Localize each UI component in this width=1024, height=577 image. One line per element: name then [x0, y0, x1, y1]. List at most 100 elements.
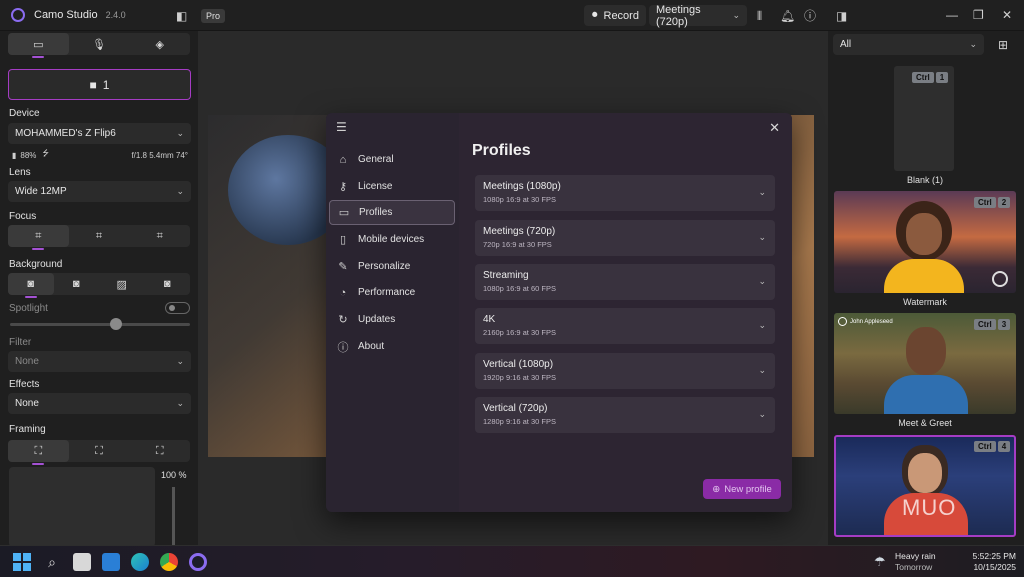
scene-shortcut: Ctrl 1 [912, 72, 949, 83]
focus-label: Focus [9, 211, 37, 222]
chevron-down-icon: ⌄ [176, 398, 184, 408]
camera-number: 1 [102, 77, 110, 92]
optics-info: f/1.8 5.4mm 74° [131, 150, 188, 160]
task-view-icon[interactable] [73, 553, 91, 571]
video-tab[interactable]: ▭ [8, 33, 69, 58]
profile-row[interactable]: Meetings (720p) 720p 16:9 at 30 FPS ⌄ [475, 220, 775, 256]
scene-card-meet-greet[interactable]: John Appleseed Ctrl 3 [834, 313, 1016, 414]
effects-select[interactable]: None ⌄ [8, 393, 191, 414]
nav-item-license[interactable]: ⚷ License [329, 174, 455, 199]
camo-taskbar-icon[interactable] [189, 553, 207, 571]
background-blur-button[interactable]: ◙ [54, 273, 100, 295]
clock-time: 5:52:25 PM [972, 551, 1016, 561]
spotlight-slider-handle[interactable] [110, 318, 122, 330]
scene-card-blank[interactable]: Ctrl 1 [894, 66, 954, 171]
device-select[interactable]: MOHAMMED's Z Flip6 ⌄ [8, 123, 191, 144]
focus-auto-button[interactable]: ⌗ [8, 225, 69, 250]
spotlight-slider[interactable] [10, 323, 190, 326]
menu-icon[interactable]: ☰ [336, 120, 347, 134]
chevron-down-icon[interactable]: ⌄ [758, 320, 766, 331]
profile-name: Vertical (1080p) [483, 359, 554, 370]
edge-browser-icon[interactable] [131, 553, 149, 571]
background-replace-button[interactable]: ◙ [145, 273, 191, 295]
search-icon[interactable]: ⌕ [43, 553, 61, 571]
profile-row[interactable]: Vertical (720p) 1280p 9:16 at 30 FPS ⌄ [475, 397, 775, 433]
close-window-icon[interactable]: ✕ [1002, 9, 1012, 21]
framing-center-button[interactable]: ⛶ [69, 440, 130, 462]
panel-toggle-icon[interactable]: ◨ [836, 10, 847, 22]
home-icon: ⌂ [339, 153, 347, 166]
background-none-button[interactable]: ◙ [8, 273, 54, 298]
presenter-shirt [884, 375, 968, 414]
key-icon: ⚷ [338, 181, 348, 193]
chevron-down-icon: ⌄ [732, 10, 740, 20]
filter-select[interactable]: None ⌄ [8, 351, 191, 372]
bell-icon[interactable]: 🔔︎ [780, 10, 795, 22]
person-blur-icon: ◙ [72, 278, 80, 290]
chrome-browser-icon[interactable] [160, 553, 178, 571]
shortcut-key: 4 [997, 441, 1011, 452]
monitor-icon: ▭ [338, 207, 350, 219]
store-icon[interactable] [102, 553, 120, 571]
focus-manual-button[interactable]: ⌗ [129, 225, 190, 247]
profile-row[interactable]: Vertical (1080p) 1920p 9:16 at 30 FPS ⌄ [475, 353, 775, 389]
nav-item-general[interactable]: ⌂ General [329, 147, 455, 172]
minimize-icon[interactable]: — [946, 9, 958, 21]
weather-widget[interactable]: Heavy rain Tomorrow [895, 551, 936, 573]
chevron-down-icon[interactable]: ⌄ [758, 365, 766, 376]
camera-card[interactable]: ■ 1 [8, 69, 191, 100]
shortcut-key: 1 [935, 72, 949, 83]
nav-item-profiles[interactable]: ▭ Profiles [329, 200, 455, 225]
split-view-icon[interactable]: ⫴ [757, 10, 762, 22]
profile-name: Streaming [483, 270, 529, 281]
spotlight-toggle[interactable] [165, 302, 190, 314]
chevron-down-icon[interactable]: ⌄ [758, 232, 766, 243]
chevron-down-icon[interactable]: ⌄ [758, 187, 766, 198]
presenter-shirt [884, 259, 964, 293]
app-version: 2.4.0 [105, 10, 126, 20]
windows-start-icon[interactable] [13, 553, 31, 571]
profile-row[interactable]: 4K 2160p 16:9 at 30 FPS ⌄ [475, 308, 775, 344]
nav-item-mobile-devices[interactable]: ▯ Mobile devices [329, 227, 455, 252]
background-remove-button[interactable]: ▨ [99, 273, 145, 295]
framing-manual-button[interactable]: ⛶ [8, 440, 69, 465]
focus-face-button[interactable]: ⌗ [69, 225, 130, 247]
sidebar-toggle-icon[interactable]: ◧ [176, 10, 187, 22]
framing-follow-button[interactable]: ⛶ [129, 440, 190, 462]
device-value: MOHAMMED's Z Flip6 [15, 128, 116, 139]
new-profile-button[interactable]: ⊕ New profile [703, 479, 781, 499]
scene-filter-select[interactable]: All ⌄ [833, 34, 984, 55]
nav-item-performance[interactable]: ◔ Performance [329, 280, 455, 305]
layers-tab[interactable]: ◈ [129, 33, 190, 55]
nav-item-about[interactable]: ⓘ About [329, 334, 455, 359]
restore-icon[interactable]: ❐ [973, 9, 984, 21]
chevron-down-icon[interactable]: ⌄ [758, 409, 766, 420]
record-button[interactable]: ⏺ Record [584, 5, 646, 26]
help-icon[interactable]: ⓘ [804, 10, 816, 22]
person-replace-icon: ◙ [163, 278, 171, 290]
profile-dropdown[interactable]: Meetings (720p) ⌄ [649, 4, 747, 28]
profile-row[interactable]: Meetings (1080p) 1080p 16:9 at 30 FPS ⌄ [475, 175, 775, 211]
nav-item-personalize[interactable]: ✎ Personalize [329, 254, 455, 279]
battery-level: 88% [20, 150, 37, 160]
chevron-down-icon: ⌄ [176, 186, 184, 196]
nav-label: Mobile devices [358, 234, 425, 245]
lens-select[interactable]: Wide 12MP ⌄ [8, 181, 191, 202]
scene-card-ghost[interactable]: MUO Ctrl 4 [834, 435, 1016, 537]
scene-card-watermark[interactable]: Ctrl 2 [834, 191, 1016, 293]
profile-row[interactable]: Streaming 1080p 16:9 at 60 FPS ⌄ [475, 264, 775, 300]
zoom-slider[interactable] [172, 487, 175, 545]
settings-content: Profiles ✕ Meetings (1080p) 1080p 16:9 a… [459, 113, 792, 512]
system-clock[interactable]: 5:52:25 PM 10/15/2025 [968, 551, 1016, 573]
framing-preview[interactable] [9, 467, 155, 547]
close-icon[interactable]: ✕ [769, 120, 780, 136]
app-name: Camo Studio [34, 9, 98, 21]
rain-icon: ☂ [874, 554, 886, 569]
grid-view-icon[interactable]: ⊞ [998, 38, 1008, 52]
audio-tab[interactable]: 🎙︎ [69, 33, 130, 55]
battery-icon: ▮ [12, 150, 17, 160]
microphone-icon: 🎙︎ [92, 38, 106, 51]
nav-item-updates[interactable]: ↻ Updates [329, 307, 455, 332]
chevron-down-icon[interactable]: ⌄ [758, 276, 766, 287]
nav-label: About [358, 341, 385, 352]
